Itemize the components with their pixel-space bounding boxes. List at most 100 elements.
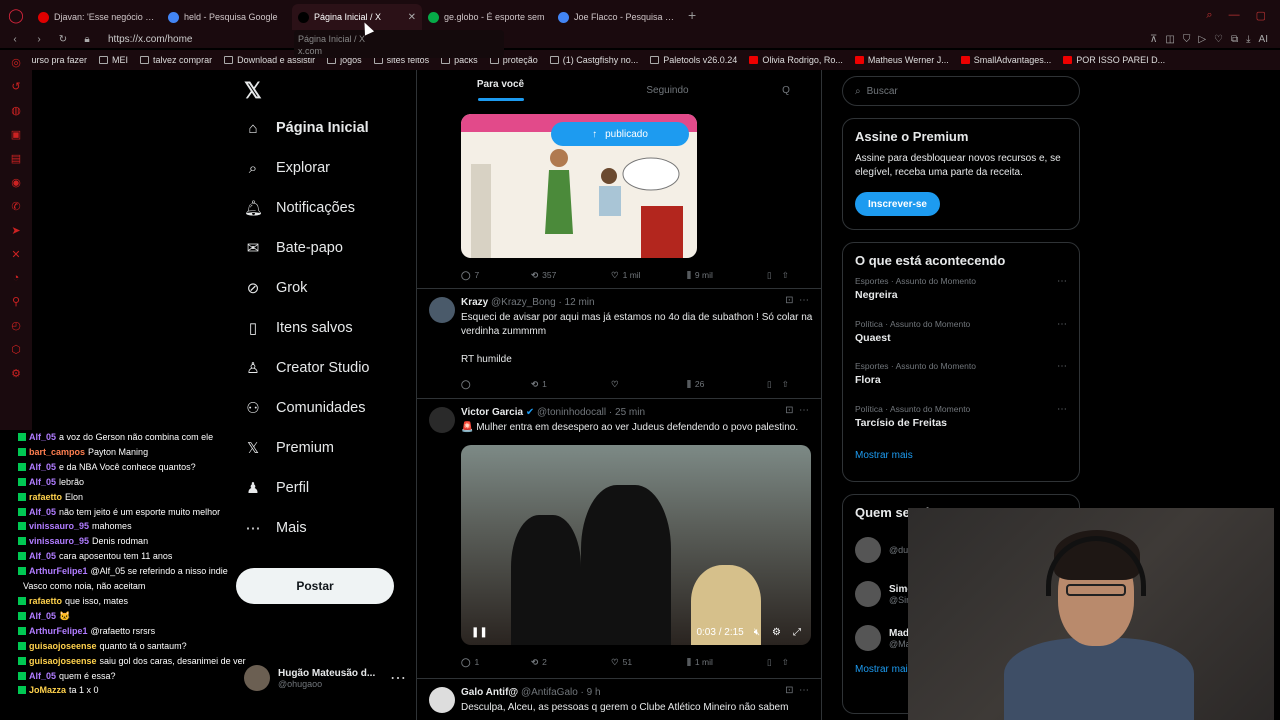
camera-icon[interactable]: ◫ xyxy=(1165,34,1174,45)
minimize-icon[interactable]: — xyxy=(1229,9,1240,22)
nav-item[interactable]: ▯ Itens salvos xyxy=(236,308,406,348)
more-icon[interactable]: ⊡ ⋯ xyxy=(785,405,809,416)
like-button[interactable]: ♡ 1 mil xyxy=(611,270,687,281)
reply-button[interactable]: ◯ xyxy=(461,379,531,390)
browser-tab[interactable]: Joe Flacco - Pesquisa Goo xyxy=(552,4,682,30)
instagram-icon[interactable]: ▣ xyxy=(11,128,21,141)
messenger-icon[interactable]: ◍ xyxy=(11,104,21,117)
tab-q[interactable]: Q xyxy=(751,85,821,96)
browser-tab[interactable]: Página Inicial / X ✕ xyxy=(292,4,422,30)
bookmark-item[interactable]: Paletools v26.0.24 xyxy=(650,55,737,65)
trend-item[interactable]: Esportes · Assunto do Momento Negreira ⋯ xyxy=(855,276,1067,319)
like-button[interactable]: ♡ 51 xyxy=(611,657,687,668)
reply-button[interactable]: ◯ 7 xyxy=(461,270,531,281)
repost-button[interactable]: ⟲ 1 xyxy=(531,379,611,390)
back-icon[interactable]: ‹ xyxy=(6,34,24,45)
twitch-icon[interactable]: ▤ xyxy=(11,152,21,165)
browser-tab[interactable]: Djavan: 'Esse negócio de c xyxy=(32,4,162,30)
share-button[interactable]: ⇧ xyxy=(782,657,789,668)
settings-icon[interactable]: ⚙ xyxy=(11,367,21,380)
avatar[interactable] xyxy=(855,625,881,651)
ai-icon[interactable]: AI xyxy=(1259,34,1268,45)
tab-para-voce[interactable]: Para você xyxy=(417,79,584,101)
show-more-link[interactable]: Mostrar mais xyxy=(855,450,1067,461)
avatar[interactable] xyxy=(855,537,881,563)
pause-icon[interactable]: ❚❚ xyxy=(471,627,488,638)
heart-icon[interactable]: ♡ xyxy=(1214,34,1223,45)
telegram-icon[interactable]: ➤ xyxy=(11,224,20,237)
repost-button[interactable]: ⟲ 2 xyxy=(531,657,611,668)
like-button[interactable]: ♡ xyxy=(611,379,687,390)
search-tabs-icon[interactable]: ⌕ xyxy=(1206,9,1212,22)
nav-item[interactable]: ⌂ Página Inicial xyxy=(236,108,406,148)
more-icon[interactable]: ⊡ ⋯ xyxy=(785,295,809,306)
video-player[interactable]: ❚❚ 0:03 / 2:15 🔇︎ ⚙ ⤢ xyxy=(461,445,811,645)
author-handle[interactable]: @toninhodocall · 25 min xyxy=(537,407,645,418)
reload-icon[interactable]: ↻ xyxy=(54,34,72,45)
bookmark-button[interactable]: ▯ xyxy=(767,270,772,281)
download-icon[interactable]: ⤓ xyxy=(1246,34,1250,45)
player-icon[interactable]: ◔ xyxy=(13,272,20,284)
close-tab-icon[interactable]: ✕ xyxy=(408,12,416,23)
avatar[interactable] xyxy=(429,297,455,323)
chat-icon[interactable]: ◉ xyxy=(11,176,21,189)
new-posts-pill[interactable]: ↑ publicado xyxy=(551,122,689,146)
avatar[interactable] xyxy=(855,581,881,607)
whatsapp-icon[interactable]: ✆ xyxy=(11,200,20,213)
ai-assistant-icon[interactable]: ◎ xyxy=(11,56,21,69)
nav-item[interactable]: 🔔︎ Notificações xyxy=(236,188,406,228)
bookmark-item[interactable]: Olivia Rodrigo, Ro... xyxy=(749,55,843,65)
author-handle[interactable]: @AntifaGalo · 9 h xyxy=(521,687,601,698)
tweet[interactable]: Krazy @Krazy_Bong · 12 min ⊡ ⋯ Esqueci d… xyxy=(417,288,821,398)
trend-item[interactable]: Política · Assunto do Momento Quaest ⋯ xyxy=(855,319,1067,362)
browser-tab[interactable]: held - Pesquisa Google xyxy=(162,4,292,30)
tweet-image[interactable]: ↑ publicado xyxy=(461,114,697,258)
fullscreen-icon[interactable]: ⤢ xyxy=(793,627,801,638)
forward-icon[interactable]: › xyxy=(30,34,48,45)
tweet[interactable]: Galo Antif@ @AntifaGalo · 9 h ⊡ ⋯ Descul… xyxy=(417,678,821,720)
tweet[interactable]: Victor Garcia ✔ @toninhodocall · 25 min … xyxy=(417,398,821,678)
shield-icon[interactable]: ⛉ xyxy=(1183,34,1191,45)
reply-button[interactable]: ◯ 1 xyxy=(461,657,531,668)
history-icon[interactable]: ↺ xyxy=(11,80,20,93)
nav-item[interactable]: ⊘ Grok xyxy=(236,268,406,308)
author-name[interactable]: Krazy xyxy=(461,297,488,308)
bookmark-item[interactable]: SmallAdvantages... xyxy=(960,55,1051,65)
share-button[interactable]: ⇧ xyxy=(782,379,789,390)
settings-icon[interactable]: ⚙ xyxy=(772,627,781,638)
bookmark-item[interactable]: (1) Castgfishy no... xyxy=(549,55,638,65)
more-icon[interactable]: ⋯ xyxy=(1057,361,1067,372)
bookmark-item[interactable]: MEI xyxy=(99,55,128,65)
trend-item[interactable]: Esportes · Assunto do Momento Flora ⋯ xyxy=(855,361,1067,404)
play-icon[interactable]: ▷ xyxy=(1198,34,1206,45)
extension-icon[interactable]: ⧉ xyxy=(1231,34,1238,45)
bookmark-button[interactable]: ▯ xyxy=(767,379,772,390)
browser-tab[interactable]: ge.globo - É esporte sem xyxy=(422,4,552,30)
more-icon[interactable]: ⋯ xyxy=(1057,319,1067,330)
maximize-icon[interactable]: ▢ xyxy=(1256,9,1266,22)
new-tab-icon[interactable]: + xyxy=(688,7,696,23)
author-name[interactable]: Victor Garcia xyxy=(461,407,523,418)
more-icon[interactable]: ⋯ xyxy=(1057,404,1067,415)
url-field[interactable]: https://x.com/home xyxy=(108,34,192,45)
subscribe-button[interactable]: Inscrever-se xyxy=(855,192,940,216)
avatar[interactable] xyxy=(429,407,455,433)
nav-item[interactable]: ✉ Bate-papo xyxy=(236,228,406,268)
views-button[interactable]: ⫼ 26 xyxy=(687,379,767,390)
opera-logo-icon[interactable]: ◯ xyxy=(0,0,32,30)
views-button[interactable]: ⫼ 1 mil xyxy=(687,657,767,668)
mute-icon[interactable]: 🔇︎ xyxy=(754,627,760,638)
clock-icon[interactable]: ◴ xyxy=(11,319,21,332)
views-button[interactable]: ⫼ 9 mil xyxy=(687,270,767,281)
author-name[interactable]: Galo Antif@ xyxy=(461,687,518,698)
more-icon[interactable]: ⊡ ⋯ xyxy=(785,685,809,696)
bookmark-button[interactable]: ▯ xyxy=(767,657,772,668)
pinboard-icon[interactable]: ⚲ xyxy=(12,295,20,308)
search-input[interactable]: ⌕ Buscar xyxy=(842,76,1080,106)
repost-button[interactable]: ⟲ 357 xyxy=(531,270,611,281)
bookmark-item[interactable]: Matheus Werner J... xyxy=(854,55,949,65)
tab-seguindo[interactable]: Seguindo xyxy=(584,85,751,96)
bookmark-item[interactable]: talvez comprar xyxy=(140,55,212,65)
more-icon[interactable]: ⋯ xyxy=(1057,276,1067,287)
share-button[interactable]: ⇧ xyxy=(782,270,789,281)
